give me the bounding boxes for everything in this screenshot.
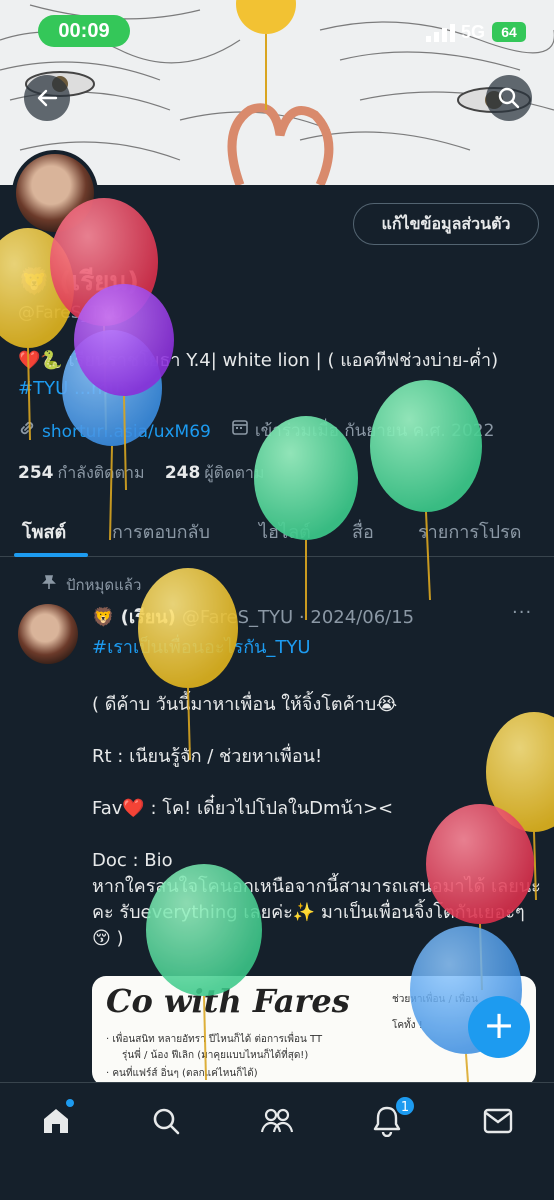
search-icon xyxy=(153,1108,180,1135)
profile-bio: ❤️🐍 เรียนราชโยธา Y.4| white lion | ( แอค… xyxy=(18,347,538,403)
link-icon xyxy=(18,419,36,442)
profile-name: 🦁 (เรียน) xyxy=(18,267,140,297)
media-line: รุ่นพี่ / น้อง ฟีเลิก (มาคุยแบบไหนก็ได้ท… xyxy=(122,1050,309,1061)
media-title: Co with Fares xyxy=(106,982,350,1020)
post-author-name[interactable]: 🦁 (เรียน) xyxy=(92,607,176,628)
bottom-nav: 1 xyxy=(0,1082,554,1200)
joined-date: เข้าร่วมเมื่อ กันยายน ค.ศ. 2022 xyxy=(254,421,495,441)
following-count: 254 xyxy=(18,463,54,483)
tab-likes[interactable]: รายการโปรด xyxy=(418,517,521,546)
arrow-left-icon xyxy=(37,89,58,107)
more-options-button[interactable]: ··· xyxy=(512,602,532,623)
followers-label: ผู้ติดตาม xyxy=(204,463,265,482)
search-icon xyxy=(498,87,520,109)
bio-text: ❤️🐍 เรียนราชโยธา Y.4| white lion | ( แอค… xyxy=(18,350,499,371)
followers-count: 248 xyxy=(164,463,201,483)
active-tab-indicator xyxy=(14,553,88,557)
media-line: ช่วยหาเพื่อน / เพื่อน xyxy=(392,994,478,1005)
pinned-label: ปักหมุดแล้ว xyxy=(42,573,142,597)
edit-profile-button[interactable]: แก้ไขข้อมูลส่วนตัว xyxy=(353,203,539,245)
nav-search[interactable] xyxy=(146,1101,186,1141)
home-unread-dot xyxy=(66,1099,74,1107)
post-meta: @FareS_TYU · 2024/06/15 xyxy=(181,607,415,628)
tab-replies[interactable]: การตอบกลับ xyxy=(112,517,210,546)
profile-link[interactable]: shorturl.asia/uxM69 xyxy=(42,422,211,442)
followers-stat[interactable]: 248 ผู้ติดตาม xyxy=(164,463,265,483)
post-body: ( ดีค้าบ วันนี้มาหาเพื่อน ให้จิ้งโตค้าบ😭… xyxy=(92,694,541,949)
post-hashtag[interactable]: #เราเป็นเพื่อนอะไรกัน_TYU xyxy=(92,632,311,661)
profile-link-row[interactable]: shorturl.asia/uxM69 xyxy=(18,419,211,442)
joined-row: เข้าร่วมเมื่อ กันยายน ค.ศ. 2022 xyxy=(231,417,495,444)
calendar-icon xyxy=(231,418,249,441)
following-stat[interactable]: 254 กำลังติดตาม xyxy=(18,463,145,483)
nav-messages[interactable] xyxy=(478,1101,518,1141)
pinned-text: ปักหมุดแล้ว xyxy=(66,576,142,594)
nav-communities[interactable] xyxy=(257,1101,297,1141)
compose-button[interactable]: + xyxy=(468,996,530,1058)
search-button[interactable] xyxy=(486,75,532,121)
signal-icon xyxy=(426,24,455,42)
profile-meta: shorturl.asia/uxM69 เข้าร่วมเมื่อ กันยาย… xyxy=(18,417,494,444)
bio-hashtag[interactable]: #TYU ...mu xyxy=(18,378,120,399)
home-icon xyxy=(44,1109,68,1133)
post-header: 🦁 (เรียน) @FareS_TYU · 2024/06/15 xyxy=(92,602,414,631)
back-button[interactable] xyxy=(24,75,70,121)
following-label: กำลังติดตาม xyxy=(57,463,145,482)
media-line: · คนที่แฟร์ส์ อิ่นๆ (ตลกแค่ไหนก็ได้) xyxy=(106,1068,258,1079)
tab-highlights[interactable]: ไฮไลต์ xyxy=(259,517,311,546)
follow-stats: 254 กำลังติดตาม 248 ผู้ติดตาม xyxy=(18,461,264,486)
mail-icon xyxy=(483,1108,513,1134)
pin-icon xyxy=(42,575,56,589)
network-type: 5G xyxy=(461,22,486,42)
status-time: 00:09 xyxy=(38,15,130,47)
nav-home[interactable] xyxy=(36,1101,76,1141)
profile-tabs: โพสต์ การตอบกลับ ไฮไลต์ สื่อ รายการโปรด xyxy=(0,505,554,557)
tab-media[interactable]: สื่อ xyxy=(352,517,374,546)
communities-icon xyxy=(260,1108,294,1133)
tab-posts[interactable]: โพสต์ xyxy=(22,517,66,546)
battery-icon: 64 xyxy=(492,22,526,42)
media-line: · เพื่อนสนิท หลายอัทรา ปีไหนก็ได้ ต่อการ… xyxy=(106,1034,323,1045)
notification-badge: 1 xyxy=(394,1095,416,1117)
status-bar: 00:09 5G 64 xyxy=(0,0,554,62)
profile-handle: @FareS_TYU xyxy=(18,303,124,323)
media-line: โคทั้ง ! xyxy=(392,1020,423,1031)
avatar[interactable] xyxy=(12,150,98,236)
post-avatar[interactable] xyxy=(18,604,78,664)
